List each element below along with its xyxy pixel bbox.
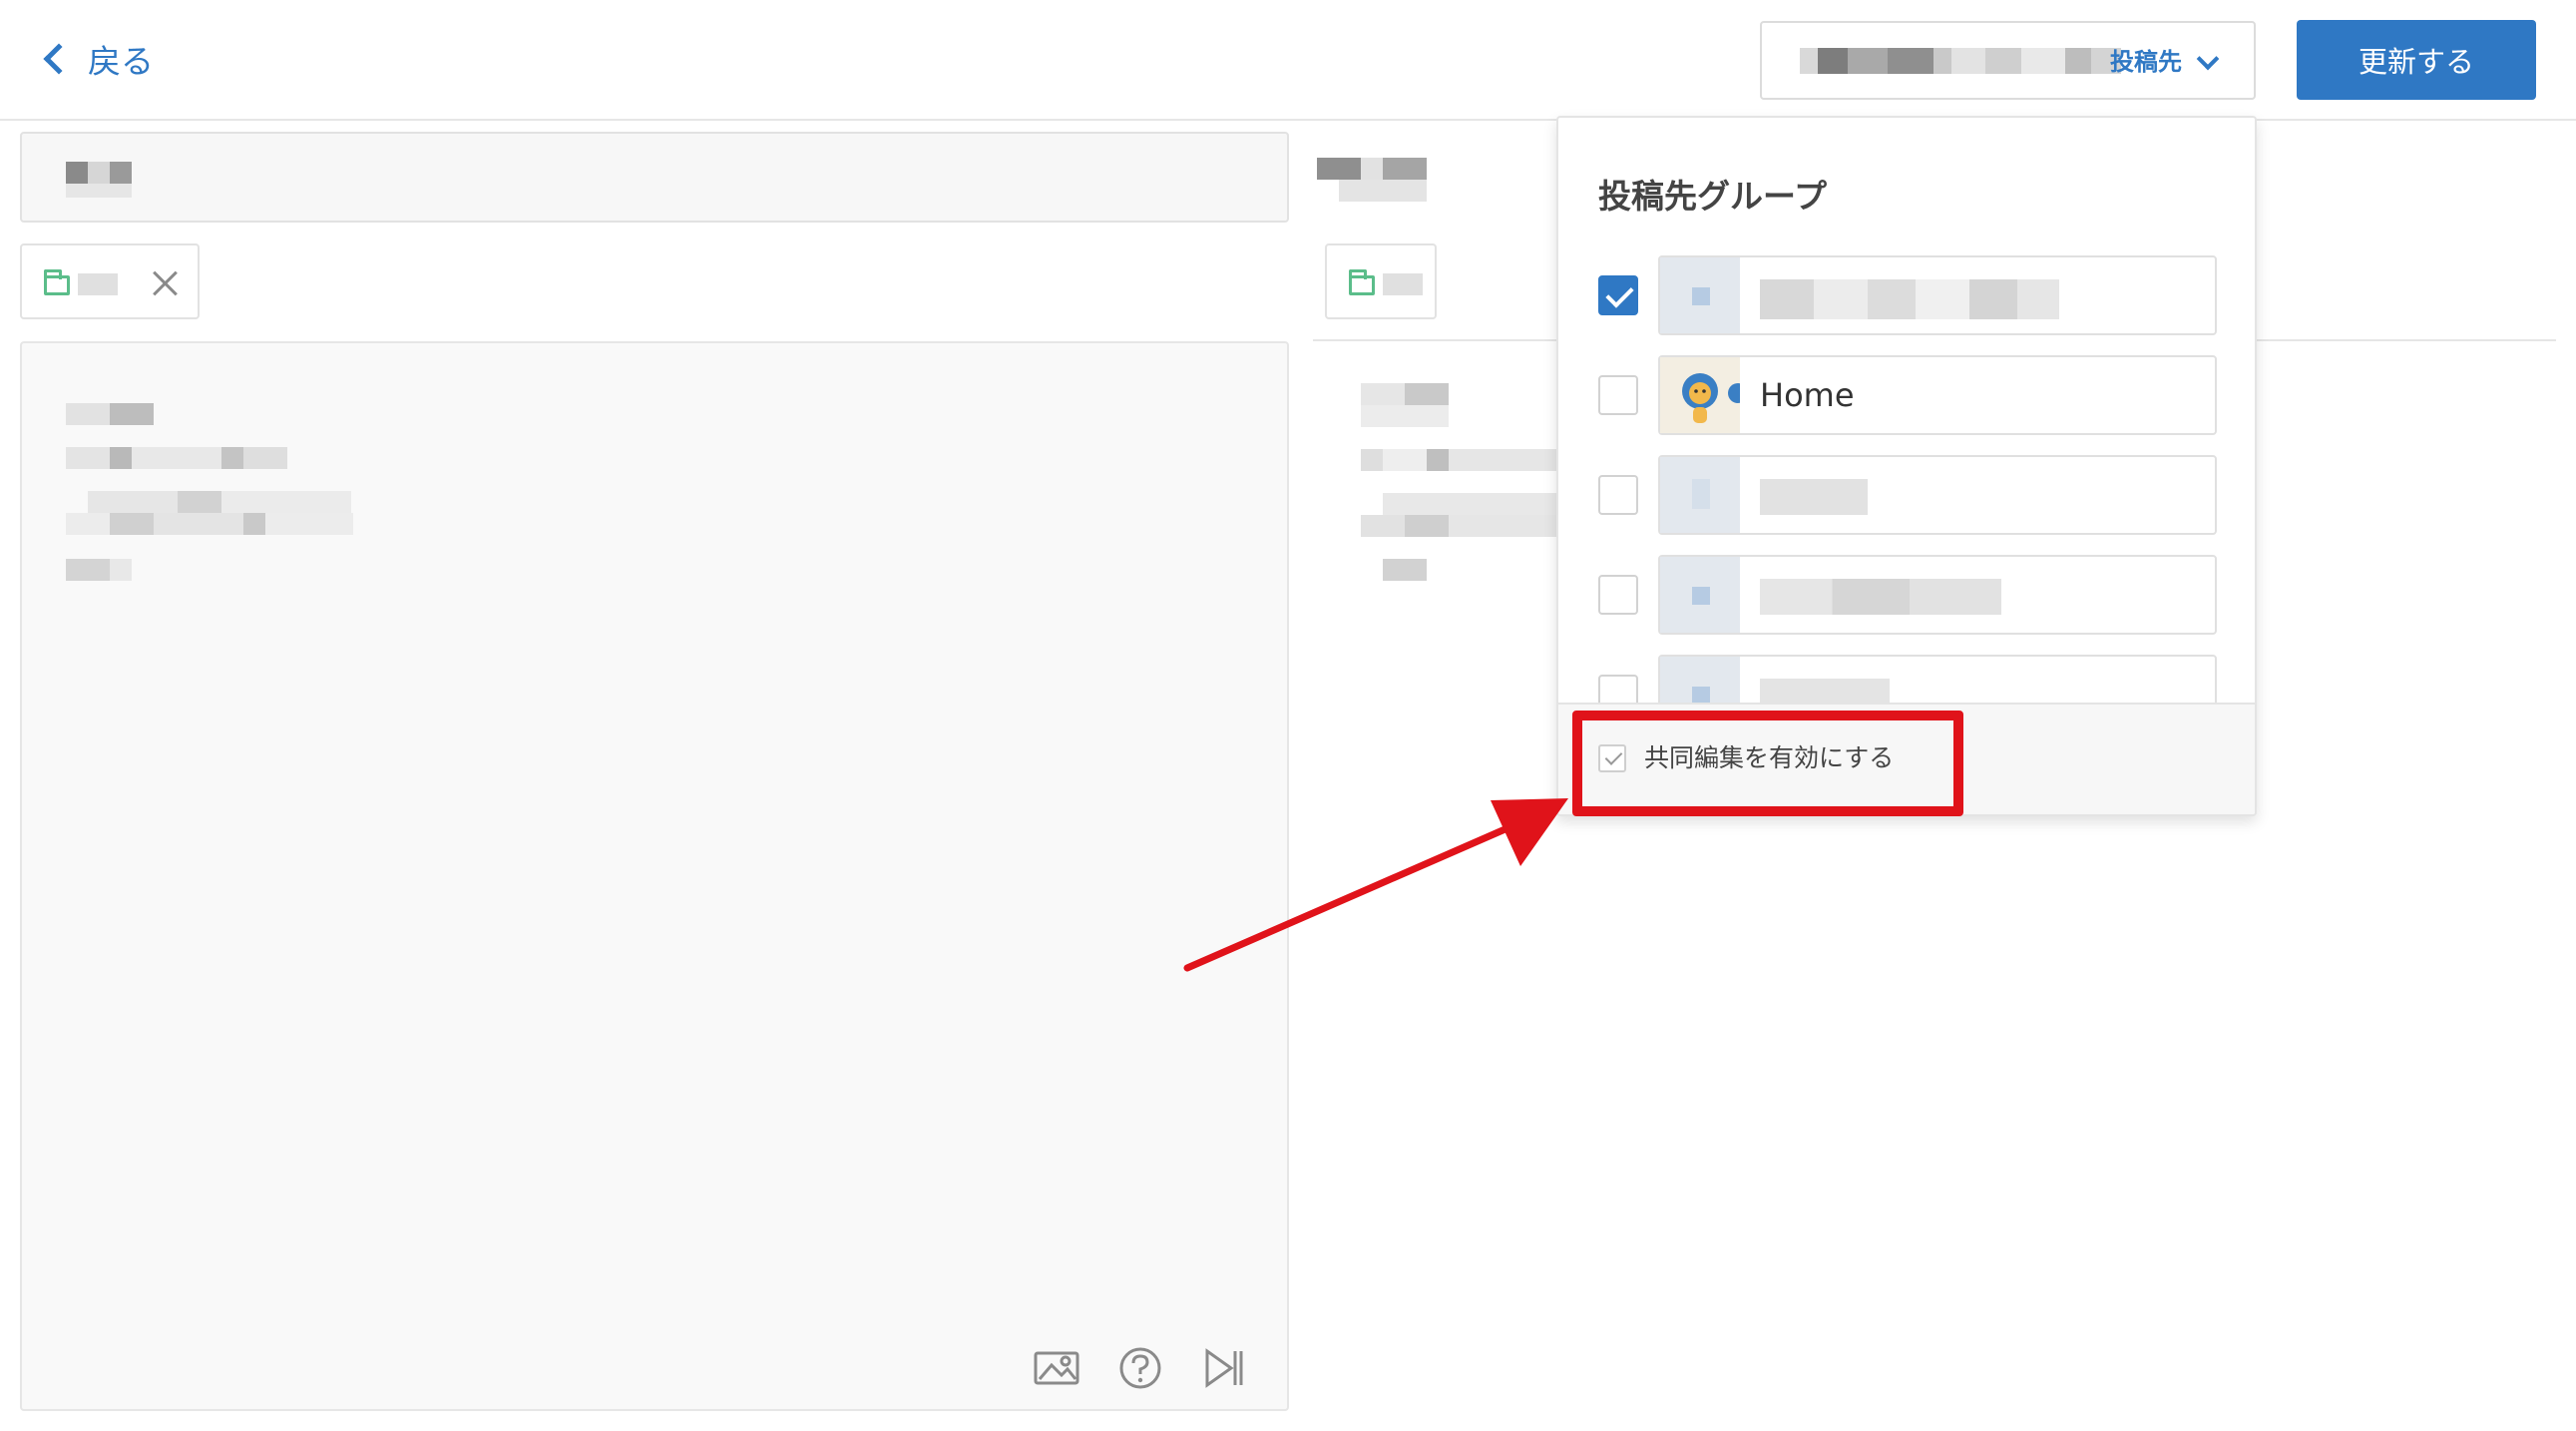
title-text-redacted [66,162,88,184]
chevron-left-icon [43,43,75,75]
group-avatar [1660,557,1740,633]
lion-avatar-icon [1660,357,1748,433]
folder-icon [1349,269,1375,295]
back-label: 戻る [88,42,154,81]
folder-icon [44,269,70,295]
group-name: Home [1760,376,1855,414]
destination-selected-groups-redacted [1800,47,2121,74]
group-row[interactable] [1598,455,2217,535]
folder-name-redacted [78,273,118,295]
annotation-arrow-icon [1183,798,1568,972]
group-row[interactable] [1598,255,2217,335]
destination-label: 投稿先 [2110,48,2182,76]
group-avatar [1660,457,1740,533]
preview-toggle-icon[interactable] [1201,1347,1247,1389]
image-icon[interactable] [1034,1347,1079,1389]
preview-title-redacted [1317,158,1361,180]
dropdown-title: 投稿先グループ [1598,177,1828,216]
group-checkbox[interactable] [1598,475,1638,515]
group-card[interactable] [1658,555,2217,635]
group-card[interactable]: Home [1658,355,2217,435]
body-editor[interactable] [20,341,1289,1411]
group-name-redacted [1760,279,2059,319]
group-checkbox[interactable] [1598,375,1638,415]
remove-folder-icon[interactable] [152,269,180,297]
chevron-down-icon [2196,47,2220,71]
group-row[interactable]: Home [1598,355,2217,435]
group-card[interactable] [1658,255,2217,335]
back-link[interactable]: 戻る [40,34,154,84]
help-icon[interactable] [1117,1347,1163,1389]
preview-folder-chip [1325,243,1437,319]
title-input[interactable] [20,132,1289,223]
destination-select[interactable]: 投稿先 [1760,21,2256,100]
folder-chip[interactable] [20,243,200,319]
group-name-redacted [1760,579,2001,615]
group-name-redacted [1760,479,1868,515]
group-card[interactable] [1658,455,2217,535]
update-button[interactable]: 更新する [2297,20,2536,100]
preview-body-redacted [1361,383,1405,405]
group-avatar [1660,257,1740,333]
body-text-redacted [66,403,110,425]
group-row[interactable] [1598,555,2217,635]
group-checkbox[interactable] [1598,275,1638,315]
group-checkbox[interactable] [1598,575,1638,615]
annotation-highlight-box [1572,711,1963,816]
